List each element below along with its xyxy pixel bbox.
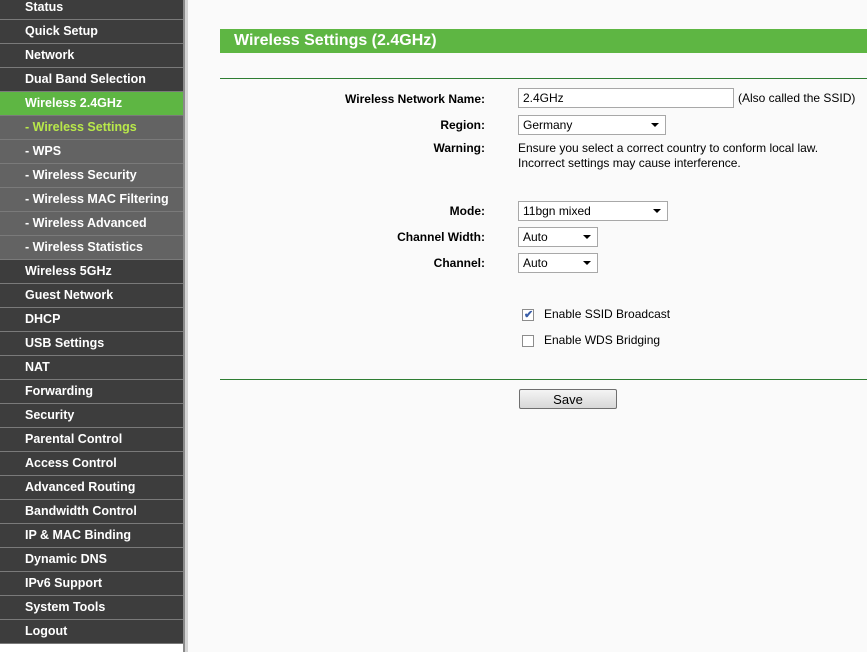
channel-select-value: Auto: [523, 256, 548, 270]
sidebar-item-network[interactable]: Network: [0, 44, 183, 68]
sidebar-item-forwarding[interactable]: Forwarding: [0, 380, 183, 404]
sidebar-item-guest-network[interactable]: Guest Network: [0, 284, 183, 308]
warning-line-1: Ensure you select a correct country to c…: [518, 141, 819, 155]
sidebar-item-ipv6-support[interactable]: IPv6 Support: [0, 572, 183, 596]
chevron-down-icon: [583, 235, 591, 239]
sidebar-item-quick-setup[interactable]: Quick Setup: [0, 20, 183, 44]
page-title: Wireless Settings (2.4GHz): [220, 29, 867, 53]
sidebar-item-dual-band-selection[interactable]: Dual Band Selection: [0, 68, 183, 92]
mode-select[interactable]: 11bgn mixed: [518, 201, 668, 221]
checkmark-icon: ✔: [524, 309, 534, 321]
sidebar-item-wireless-settings[interactable]: - Wireless Settings: [0, 116, 183, 140]
chevron-down-icon: [651, 123, 659, 127]
save-button[interactable]: Save: [519, 389, 617, 409]
channel-width-select-value: Auto: [523, 230, 548, 244]
ssid-input[interactable]: [518, 88, 734, 108]
warning-line-2: Incorrect settings may cause interferenc…: [518, 156, 741, 170]
sidebar-item-usb-settings[interactable]: USB Settings: [0, 332, 183, 356]
sidebar-item-advanced-routing[interactable]: Advanced Routing: [0, 476, 183, 500]
warning-label: Warning:: [433, 141, 485, 155]
wds-bridging-label: Enable WDS Bridging: [544, 333, 661, 347]
sidebar-item-wireless-advanced[interactable]: - Wireless Advanced: [0, 212, 183, 236]
ssid-label: Wireless Network Name:: [345, 92, 485, 106]
ssid-broadcast-label: Enable SSID Broadcast: [544, 307, 671, 321]
sidebar-item-dhcp[interactable]: DHCP: [0, 308, 183, 332]
sidebar-item-wireless-5ghz[interactable]: Wireless 5GHz: [0, 260, 183, 284]
chevron-down-icon: [653, 209, 661, 213]
sidebar-item-wireless-2-4ghz[interactable]: Wireless 2.4GHz: [0, 92, 183, 116]
sidebar-item-logout[interactable]: Logout: [0, 620, 183, 644]
sidebar-item-bandwidth-control[interactable]: Bandwidth Control: [0, 500, 183, 524]
sidebar-item-wireless-mac-filtering[interactable]: - Wireless MAC Filtering: [0, 188, 183, 212]
main-content: Wireless Settings (2.4GHz) Wireless Netw…: [188, 0, 867, 652]
top-divider: [220, 78, 867, 79]
sidebar-item-status[interactable]: Status: [0, 0, 183, 20]
sidebar-item-ip-mac-binding[interactable]: IP & MAC Binding: [0, 524, 183, 548]
chevron-down-icon: [583, 261, 591, 265]
channel-select[interactable]: Auto: [518, 253, 598, 273]
sidebar-item-wireless-statistics[interactable]: - Wireless Statistics: [0, 236, 183, 260]
channel-width-select[interactable]: Auto: [518, 227, 598, 247]
region-label: Region:: [440, 118, 485, 132]
wds-bridging-checkbox[interactable]: [522, 335, 534, 347]
ssid-broadcast-checkbox[interactable]: ✔: [522, 309, 534, 321]
sidebar-item-system-tools[interactable]: System Tools: [0, 596, 183, 620]
mode-select-value: 11bgn mixed: [523, 204, 591, 218]
sidebar-item-wireless-security[interactable]: - Wireless Security: [0, 164, 183, 188]
sidebar-item-parental-control[interactable]: Parental Control: [0, 428, 183, 452]
region-select[interactable]: Germany: [518, 115, 666, 135]
sidebar-item-dynamic-dns[interactable]: Dynamic DNS: [0, 548, 183, 572]
sidebar-item-security[interactable]: Security: [0, 404, 183, 428]
region-select-value: Germany: [523, 118, 573, 132]
mode-label: Mode:: [449, 204, 485, 218]
channel-label: Channel:: [433, 256, 485, 270]
bottom-divider: [220, 379, 867, 380]
channel-width-label: Channel Width:: [397, 230, 485, 244]
ssid-note: (Also called the SSID): [738, 91, 856, 105]
sidebar-nav: Status Quick Setup Network Dual Band Select…: [0, 0, 183, 644]
sidebar-item-access-control[interactable]: Access Control: [0, 452, 183, 476]
sidebar-item-wps[interactable]: - WPS: [0, 140, 183, 164]
sidebar-item-nat[interactable]: NAT: [0, 356, 183, 380]
